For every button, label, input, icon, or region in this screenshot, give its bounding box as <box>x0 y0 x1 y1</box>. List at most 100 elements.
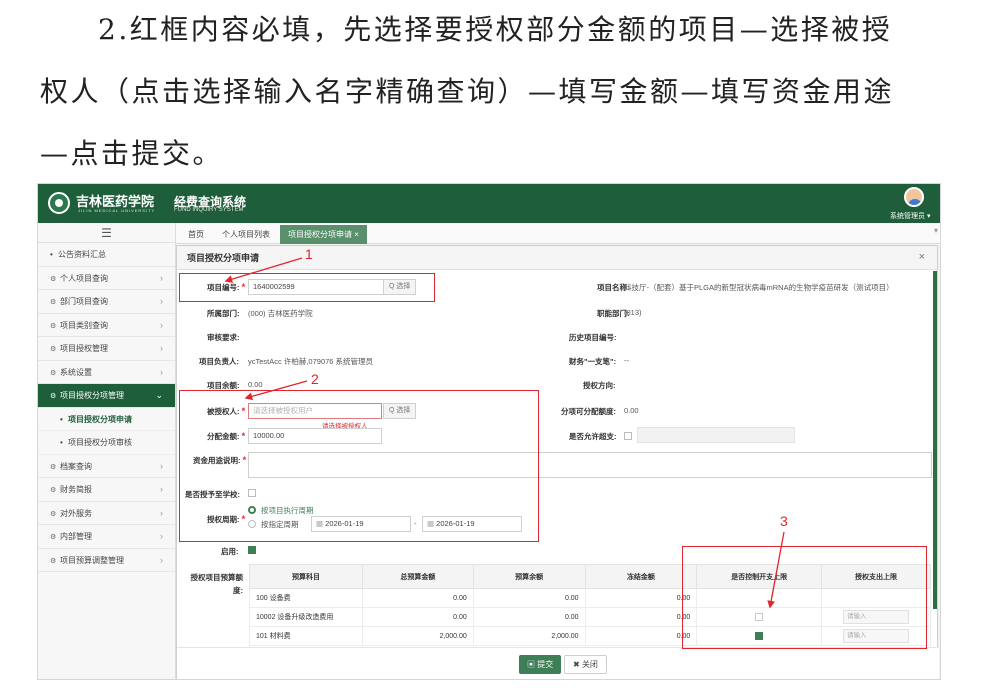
chevron-right-icon: › <box>160 319 163 330</box>
direction-label: 授权方向: <box>583 381 616 390</box>
sidebar-item-auth-sub-mgmt[interactable]: ⚙ 项目授权分项管理 ⌄ <box>38 384 175 408</box>
gear-icon: ⚙ <box>50 463 57 471</box>
gear-icon: ⚙ <box>50 322 57 330</box>
cell-frozen: 0.00 <box>584 626 698 646</box>
tab-home[interactable]: 首页 <box>180 225 212 244</box>
gear-icon: ⚙ <box>50 487 57 494</box>
chevron-right-icon: › <box>160 343 163 353</box>
history-no-label: 历史项目编号: <box>569 333 617 342</box>
cell-total: 2,000.00 <box>361 626 474 646</box>
close-icon: ✖ <box>573 660 582 669</box>
chevron-right-icon: › <box>160 460 163 471</box>
leader-label: 项目负责人: <box>199 357 239 366</box>
bullet-icon: • <box>50 250 53 259</box>
sidebar-subitem-auth-review[interactable]: • 项目授权分项审核 <box>38 431 175 455</box>
chevron-right-icon: › <box>160 296 163 306</box>
sidebar-item-external-service[interactable]: ⚙ 对外服务 › <box>38 502 175 525</box>
allocatable-label: 分项可分配额度: <box>561 407 616 416</box>
overspend-extra-input[interactable] <box>637 427 795 443</box>
dialog-title: 项目授权分项申请 <box>177 246 937 270</box>
sidebar-item-announcements[interactable]: • 公告资料汇总 <box>38 243 175 267</box>
col-subject: 预算科目 <box>249 564 363 589</box>
cell-balance: 2,000.00 <box>472 626 586 646</box>
cell-total: 0.00 <box>361 607 474 627</box>
save-icon: ▣ <box>527 660 538 669</box>
tab-bar: 首页 个人项目列表 项目授权分项申请 × ▾ <box>176 223 940 244</box>
chevron-right-icon: › <box>160 366 163 377</box>
annotation-box-3 <box>682 546 927 649</box>
user-avatar-icon[interactable] <box>904 187 924 207</box>
system-title-en: FUND INQUIRY SYSTEM <box>174 207 244 213</box>
sidebar-subitem-auth-apply[interactable]: • 项目授权分项申请 <box>38 408 175 431</box>
cell-subject: 100 设备费 <box>249 588 363 608</box>
dept-value: (000) 吉林医药学院 <box>248 309 313 318</box>
sidebar-toggle-icon[interactable]: ☰ <box>38 223 175 243</box>
annotation-number-3: 3 <box>780 513 788 529</box>
sidebar-item-archives[interactable]: ⚙ 档案查询 › <box>38 455 175 478</box>
sidebar-item-settings[interactable]: ⚙ 系统设置 › <box>38 361 175 384</box>
balance-value: 0.00 <box>248 380 263 389</box>
annotation-box-1 <box>179 273 435 302</box>
tabs-more-icon[interactable]: ▾ <box>934 226 938 235</box>
sidebar-item-finance-report[interactable]: ⚙ 财务简报 › <box>38 478 175 502</box>
gear-icon: ⚙ <box>50 346 57 353</box>
enable-label: 启用: <box>221 547 239 556</box>
gear-icon: ⚙ <box>50 534 57 541</box>
instruction-line-1: 2.红框内容必填，先选择要授权部分金额的项目—选择被授 <box>98 13 893 46</box>
budget-limit-label: 授权项目预算额度: <box>190 573 244 595</box>
user-menu[interactable]: 系统管理员 ▾ <box>890 211 930 221</box>
sidebar-item-project-auth[interactable]: ⚙ 项目授权管理 › <box>38 337 175 361</box>
cancel-button[interactable]: ✖ 关闭 <box>564 655 607 674</box>
cell-balance: 0.00 <box>472 588 586 608</box>
col-total: 总预算金额 <box>361 564 474 589</box>
gear-icon: ⚙ <box>50 557 57 565</box>
finance-value: -- <box>624 356 629 365</box>
sidebar-item-personal-projects[interactable]: ⚙ 个人项目查询 › <box>38 267 175 290</box>
sidebar-item-project-categories[interactable]: ⚙ 项目类别查询 › <box>38 314 175 337</box>
submit-button[interactable]: ▣ 提交 <box>519 655 562 674</box>
cell-subject: 101 材料费 <box>249 626 363 646</box>
gear-icon: ⚙ <box>50 510 57 518</box>
annotation-box-2 <box>179 390 539 542</box>
col-frozen: 冻结金额 <box>584 564 698 589</box>
school-logo-icon <box>48 192 70 214</box>
allocatable-value: 0.00 <box>624 406 639 415</box>
bullet-icon: • <box>60 438 63 447</box>
annotation-number-1: 1 <box>305 246 313 262</box>
dialog-scrollbar[interactable] <box>933 271 937 609</box>
close-icon[interactable]: × <box>919 251 925 263</box>
page-root: 2.红框内容必填，先选择要授权部分金额的项目—选择被授 权人（点击选择输入名字精… <box>0 0 992 696</box>
tab-auth-apply[interactable]: 项目授权分项申请 × <box>280 225 367 244</box>
sidebar-item-internal-mgmt[interactable]: ⚙ 内部管理 › <box>38 525 175 549</box>
sidebar-item-budget-adjust[interactable]: ⚙ 项目预算调整管理 › <box>38 549 175 572</box>
school-name-en: JILIN MEDICAL UNIVERSITY <box>78 208 156 213</box>
chevron-right-icon: › <box>160 507 163 518</box>
chevron-down-icon: ⌄ <box>155 390 163 400</box>
cell-frozen: 0.00 <box>584 607 698 627</box>
overspend-checkbox[interactable] <box>624 432 632 440</box>
sidebar-item-dept-projects[interactable]: ⚙ 部门项目查询 › <box>38 290 175 314</box>
project-name-value: 科技厅-（配套）基于PLGA的新型冠状病毒mRNA的生物学疫苗研发（测试项目） <box>624 283 894 292</box>
instruction-line-3: —点击提交。 <box>40 137 224 170</box>
chevron-right-icon: › <box>160 554 163 565</box>
gear-icon: ⚙ <box>50 275 57 283</box>
overspend-label: 是否允许超支: <box>569 432 617 441</box>
audit-label: 审核要求: <box>207 333 240 342</box>
tab-personal-projects[interactable]: 个人项目列表 <box>214 225 278 244</box>
instruction-line-2: 权人（点击选择输入名字精确查询）—填写金额—填写资金用途 <box>40 75 895 108</box>
gear-icon: ⚙ <box>50 369 57 377</box>
enable-checkbox[interactable] <box>248 546 256 554</box>
dialog-footer: ▣ 提交 ✖ 关闭 <box>177 647 939 679</box>
func-dept-value: (013) <box>624 308 642 317</box>
bullet-icon: • <box>60 414 63 424</box>
chevron-right-icon: › <box>160 484 163 494</box>
chevron-right-icon: › <box>160 272 163 283</box>
leader-value: ycTestAcc 许柏赫,079076 系统管理员 <box>248 357 374 366</box>
gear-icon: ⚙ <box>50 393 57 400</box>
cell-subject: 10002 设备升级改造费用 <box>249 607 363 627</box>
gear-icon: ⚙ <box>50 299 57 306</box>
chevron-right-icon: › <box>160 531 163 541</box>
dept-label: 所属部门: <box>207 309 240 318</box>
annotation-number-2: 2 <box>311 371 319 387</box>
finance-label: 财务"一支笔": <box>569 357 617 366</box>
